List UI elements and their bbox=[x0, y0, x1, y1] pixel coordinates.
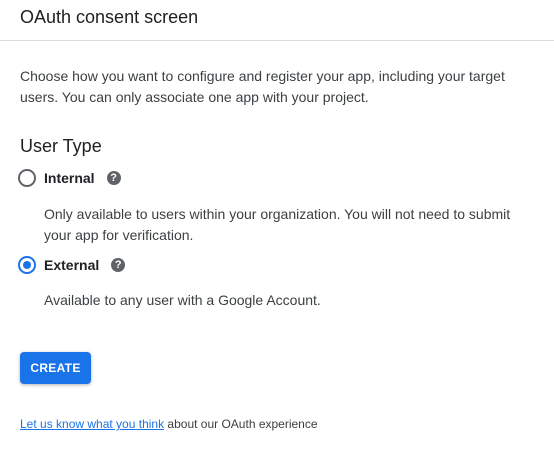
user-type-heading: User Type bbox=[20, 136, 102, 156]
radio-button-external[interactable] bbox=[18, 256, 36, 274]
radio-button-internal[interactable] bbox=[18, 169, 36, 187]
help-circle-icon[interactable]: ? bbox=[106, 171, 121, 185]
feedback-line: Let us know what you think about our OAu… bbox=[20, 416, 318, 432]
external-description: Available to any user with a Google Acco… bbox=[44, 292, 321, 308]
help-circle-icon[interactable]: ? bbox=[111, 258, 126, 272]
radio-label-external: External bbox=[44, 257, 100, 273]
intro-text: Choose how you want to configure and reg… bbox=[20, 68, 505, 105]
page-title: OAuth consent screen bbox=[20, 7, 199, 27]
feedback-suffix: about our OAuth experience bbox=[164, 417, 318, 431]
internal-description: Only available to users within your orga… bbox=[44, 206, 511, 243]
feedback-link[interactable]: Let us know what you think bbox=[20, 417, 164, 431]
radio-label-internal: Internal bbox=[44, 170, 95, 186]
radio-option-external[interactable]: External ? bbox=[18, 253, 126, 277]
page-header: OAuth consent screen bbox=[0, 0, 554, 41]
create-button[interactable]: CREATE bbox=[20, 352, 91, 384]
radio-option-internal[interactable]: Internal ? bbox=[18, 166, 121, 190]
